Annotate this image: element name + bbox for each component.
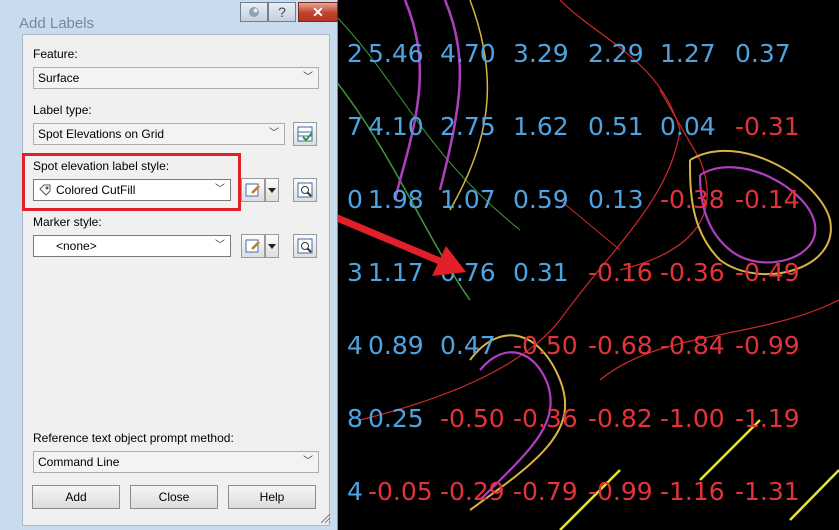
label-type-dropdown[interactable]: Spot Elevations on Grid ﹀: [33, 123, 285, 145]
edit-marker-menu-button[interactable]: [265, 234, 279, 258]
spot-elevation-value: 0.51: [588, 112, 644, 141]
spot-elevation-grid: 2 5.46 4.70 3.29 2.29 1.27 0.37 7 4.10 2.75 1.62 0.…: [347, 39, 800, 506]
marker-style-label: Marker style:: [33, 215, 102, 229]
add-button[interactable]: Add: [32, 485, 120, 509]
spot-elevation-value: 0.31: [513, 258, 569, 287]
spot-elevation-value: 5.46: [368, 39, 424, 68]
spot-elevation-value: 8: [347, 404, 363, 433]
feature-value: Surface: [38, 71, 80, 85]
spot-elevation-value: -1.00: [660, 404, 725, 433]
magnifier-icon: [297, 182, 313, 198]
dialog-titlebar[interactable]: Add Labels ? ✕: [0, 0, 338, 34]
help-titlebar-button[interactable]: ?: [268, 2, 296, 22]
resize-grip-icon[interactable]: [319, 512, 331, 524]
spot-elevation-value: 1.07: [440, 185, 496, 214]
edit-label-style-button[interactable]: [241, 178, 265, 202]
spot-elevation-value: -0.99: [735, 331, 800, 360]
spot-elevation-value: 7: [347, 112, 363, 141]
spot-elevation-value: 3.29: [513, 39, 569, 68]
spot-elevation-value: -0.29: [440, 477, 505, 506]
spot-elevation-value: -0.82: [588, 404, 653, 433]
add-labels-dialog: Add Labels ? ✕ Feature: Surface ﹀ Label …: [0, 0, 338, 530]
browse-label-style-button[interactable]: [293, 178, 317, 202]
highlight-box: [22, 153, 241, 211]
spot-elevation-value: -0.79: [513, 477, 578, 506]
spot-elevation-value: 0.47: [440, 331, 496, 360]
spot-elevation-value: -1.31: [735, 477, 800, 506]
spot-elevation-value: -0.50: [513, 331, 578, 360]
spot-elevation-value: 1.98: [368, 185, 424, 214]
spot-elevation-value: -0.36: [660, 258, 725, 287]
reference-method-label: Reference text object prompt method:: [33, 431, 234, 445]
pin-icon[interactable]: [240, 2, 268, 22]
caret-down-icon: [268, 188, 276, 193]
spot-elevation-value: -0.38: [660, 185, 725, 214]
spot-elevation-value: 4: [347, 331, 363, 360]
dialog-title: Add Labels: [19, 15, 95, 32]
spot-elevation-value: 0.25: [368, 404, 424, 433]
spot-elevation-value: -0.99: [588, 477, 653, 506]
feature-label: Feature:: [33, 47, 78, 61]
spot-elevation-value: -1.19: [735, 404, 800, 433]
spot-elevation-value: 2.75: [440, 112, 496, 141]
chevron-down-icon: ﹀: [303, 72, 313, 83]
edit-style-icon: [245, 239, 260, 253]
spot-elevation-value: 0.37: [735, 39, 791, 68]
spot-elevation-value: 1.62: [513, 112, 569, 141]
spot-elevation-value: -0.16: [588, 258, 653, 287]
spot-elevation-value: 0.04: [660, 112, 716, 141]
spot-elevation-value: 1.27: [660, 39, 716, 68]
magnifier-icon: [297, 238, 313, 254]
marker-style-dropdown[interactable]: <none> ﹀: [33, 235, 231, 257]
spot-elevation-value: -0.50: [440, 404, 505, 433]
spot-elevation-value: 3: [347, 258, 363, 287]
spot-elevation-value: 4.10: [368, 112, 424, 141]
spot-elevation-value: 0.59: [513, 185, 569, 214]
label-type-value: Spot Elevations on Grid: [38, 127, 165, 141]
reference-method-dropdown[interactable]: Command Line ﹀: [33, 451, 319, 473]
edit-style-menu-button[interactable]: [265, 178, 279, 202]
chevron-down-icon: ﹀: [269, 128, 279, 139]
close-button[interactable]: Close: [130, 485, 218, 509]
spot-elevation-value: 0.89: [368, 331, 424, 360]
spot-elevation-value: -0.05: [368, 477, 433, 506]
help-button[interactable]: Help: [228, 485, 316, 509]
spot-elevation-value: -1.16: [660, 477, 725, 506]
spot-elevation-value: 4: [347, 477, 363, 506]
reference-method-value: Command Line: [38, 455, 120, 469]
label-type-label: Label type:: [33, 103, 92, 117]
marker-style-value: <none>: [56, 239, 97, 253]
spot-elevation-value: -0.49: [735, 258, 800, 287]
label-type-settings-button[interactable]: [293, 122, 317, 146]
spot-elevation-value: -0.14: [735, 185, 800, 214]
chevron-down-icon: ﹀: [303, 456, 313, 467]
dialog-panel: Feature: Surface ﹀ Label type: Spot Elev…: [22, 34, 330, 526]
caret-down-icon: [268, 244, 276, 249]
spot-elevation-value: 2: [347, 39, 363, 68]
feature-dropdown[interactable]: Surface ﹀: [33, 67, 319, 89]
spot-elevation-value: 1.17: [368, 258, 424, 287]
spot-elevation-value: 0.13: [588, 185, 644, 214]
close-window-button[interactable]: ✕: [298, 2, 338, 22]
grid-settings-icon: [297, 126, 313, 142]
browse-marker-style-button[interactable]: [293, 234, 317, 258]
edit-style-icon: [245, 183, 260, 197]
chevron-down-icon: ﹀: [215, 240, 225, 251]
spot-elevation-value: 2.29: [588, 39, 644, 68]
edit-marker-style-button[interactable]: [241, 234, 265, 258]
spot-elevation-value: 4.70: [440, 39, 496, 68]
spot-elevation-value: -0.84: [660, 331, 725, 360]
spot-elevation-value: -0.68: [588, 331, 653, 360]
spot-elevation-value: -0.36: [513, 404, 578, 433]
spot-elevation-value: 0: [347, 185, 363, 214]
spot-elevation-value: -0.31: [735, 112, 800, 141]
